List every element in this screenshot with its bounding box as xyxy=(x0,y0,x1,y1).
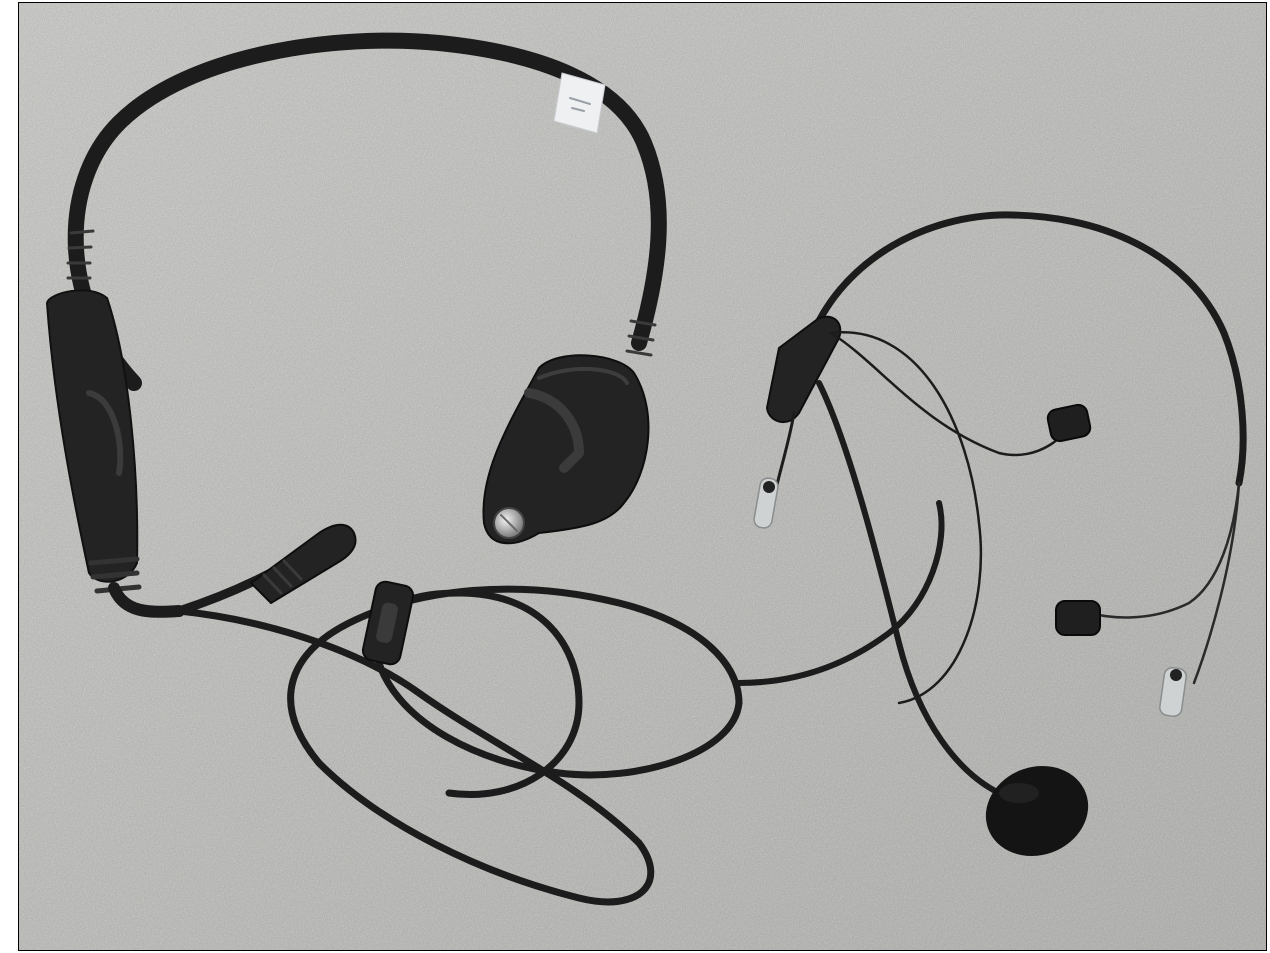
earpiece-bottom xyxy=(1055,600,1101,636)
photo-frame xyxy=(18,2,1267,951)
headset-photo xyxy=(19,3,1266,950)
